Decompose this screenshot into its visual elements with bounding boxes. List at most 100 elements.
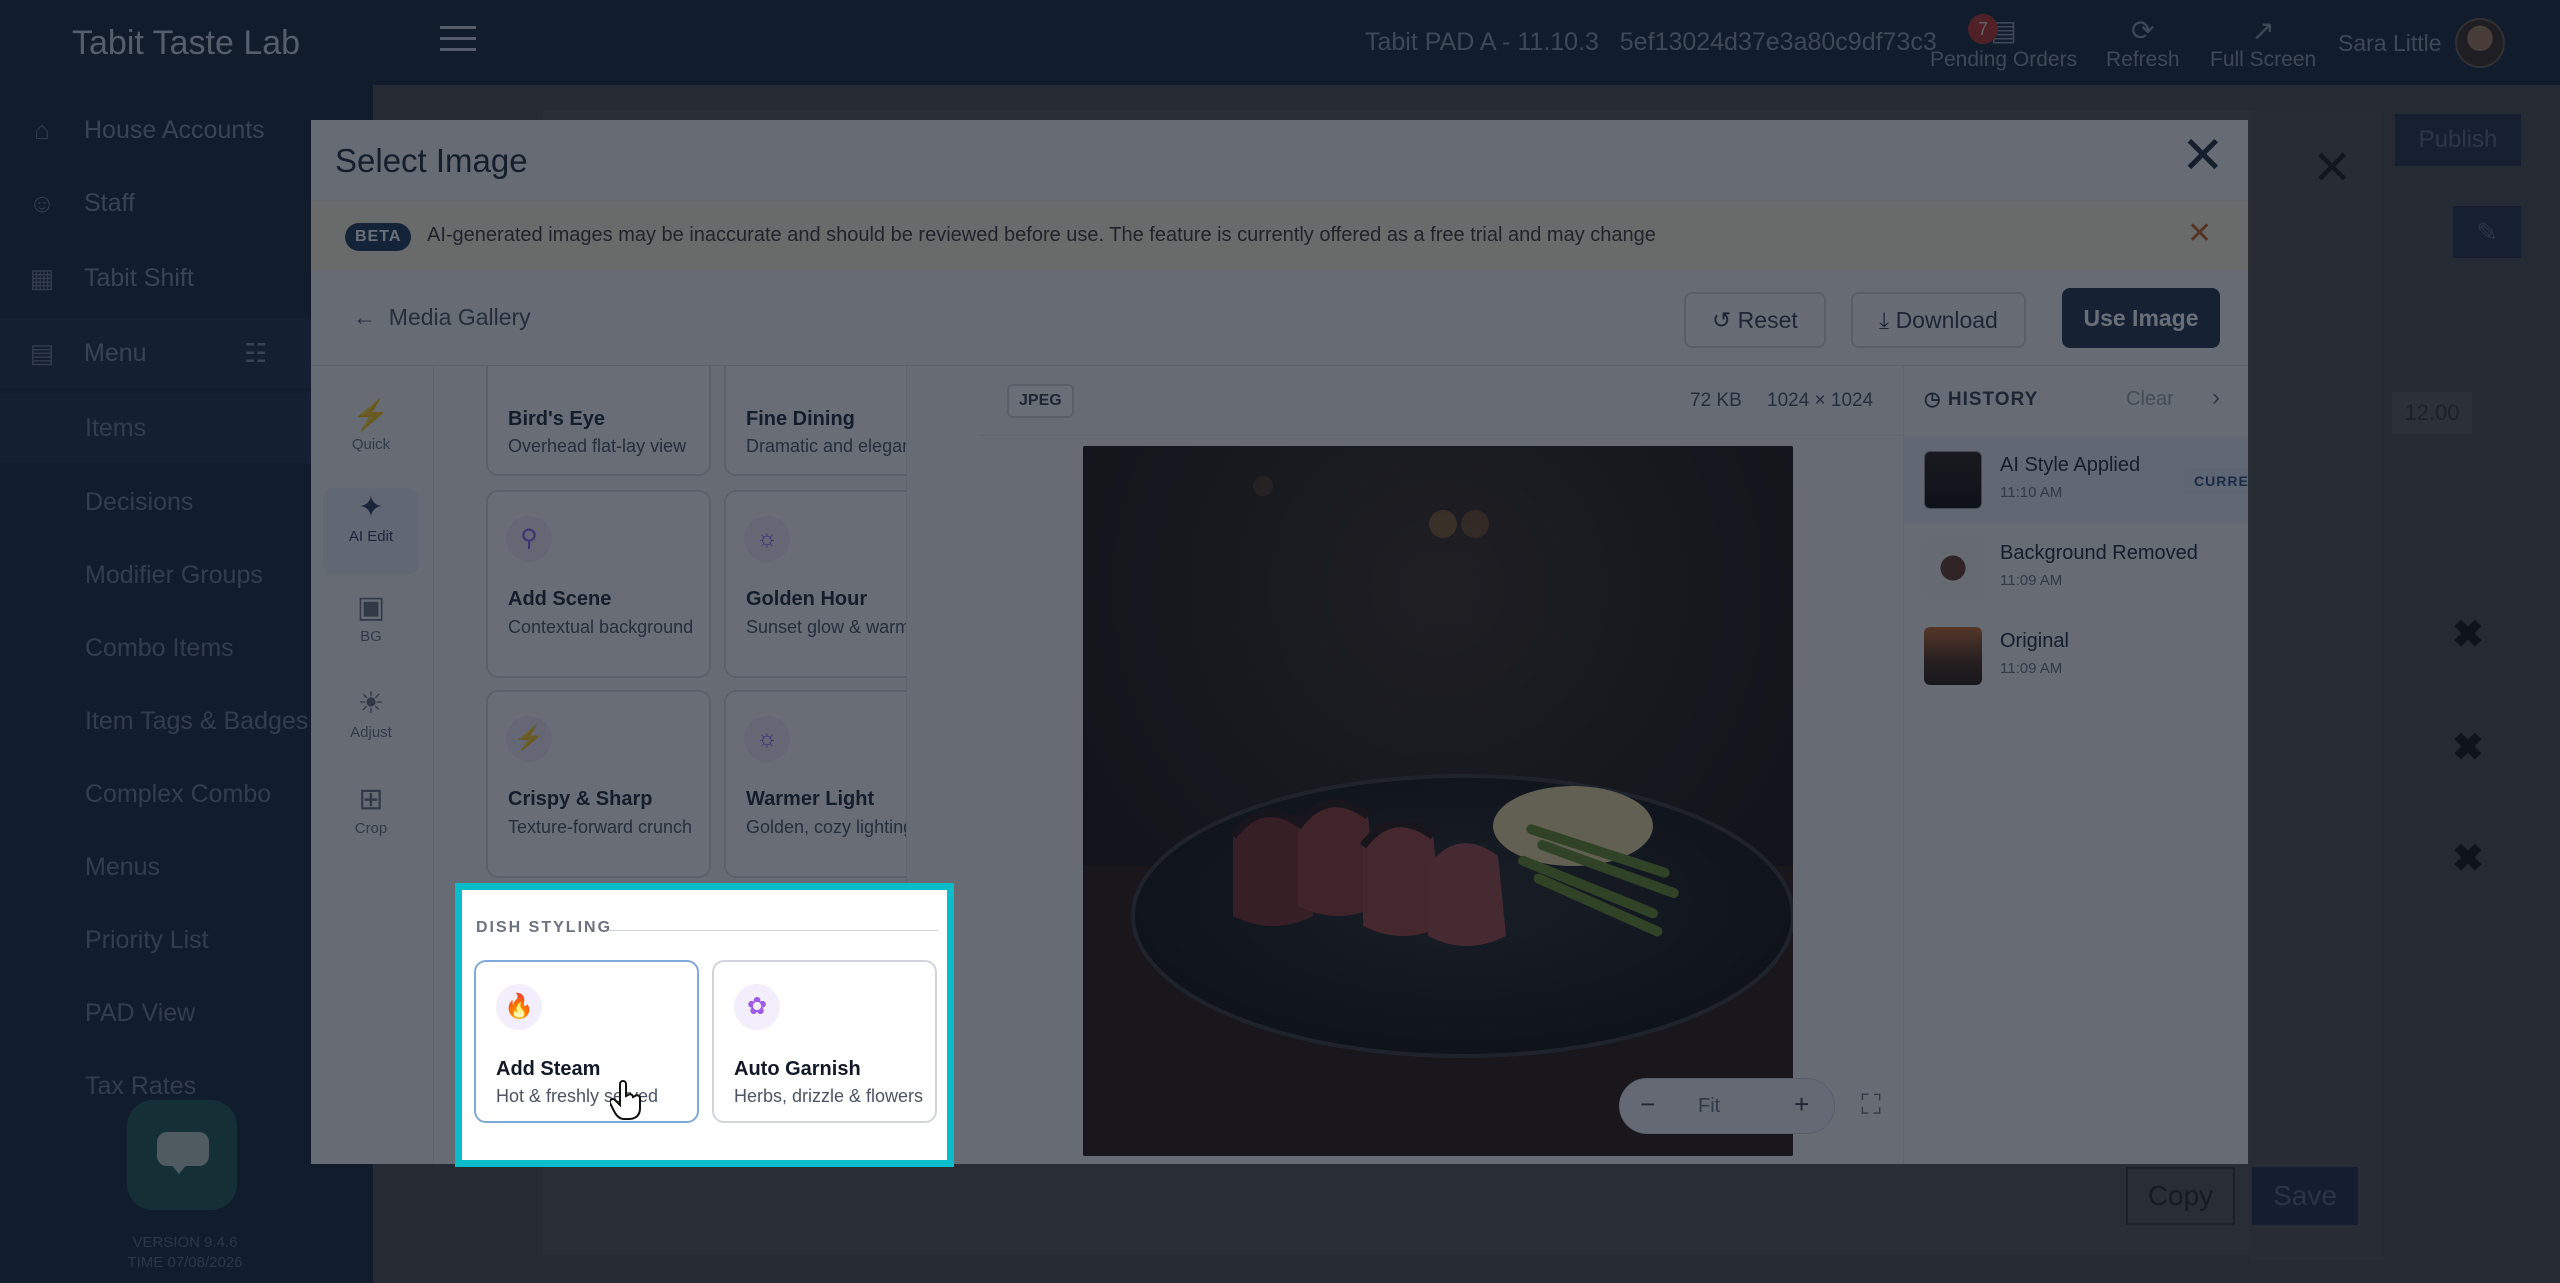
- copy-button[interactable]: Copy: [2126, 1167, 2235, 1225]
- flower-icon: ✿: [734, 984, 780, 1030]
- zoom-in-icon[interactable]: +: [1794, 1089, 1809, 1120]
- publish-button[interactable]: Publish: [2395, 114, 2521, 166]
- device-id: 5ef13024d37e3a80c9df73c3: [1619, 28, 1937, 56]
- preset-title: Crispy & Sharp: [508, 788, 653, 810]
- avatar[interactable]: [2455, 18, 2505, 68]
- sidebar-subitem-label: PAD View: [85, 998, 196, 1027]
- version-label: VERSION 9.4.6: [132, 1234, 238, 1251]
- save-button[interactable]: Save: [2252, 1167, 2358, 1225]
- sunrise-icon: ☼: [744, 716, 790, 762]
- clock-icon: ◷: [1924, 389, 1942, 410]
- crop-icon: ⊞: [358, 783, 384, 816]
- history-title: ◷ HISTORY: [1924, 388, 2038, 411]
- history-thumbnail: [1924, 627, 1982, 685]
- tool-quick[interactable]: ⚡ Quick: [323, 396, 419, 482]
- preset-subtitle: Sunset glow & warmth: [746, 617, 906, 637]
- chevron-right-icon[interactable]: ›: [2212, 384, 2220, 412]
- house-dollar-icon: ⌂: [34, 114, 50, 145]
- preset-title: Add Scene: [508, 588, 612, 610]
- refresh-label: Refresh: [2106, 48, 2180, 71]
- beta-notice: BETA AI-generated images may be inaccura…: [311, 200, 2248, 270]
- preset-golden-hour[interactable]: ☼ Golden Hour Sunset glow & warmth: [724, 490, 906, 678]
- chat-button[interactable]: [127, 1100, 237, 1210]
- beta-badge: BETA: [345, 223, 412, 251]
- tool-label: AI Edit: [348, 528, 394, 545]
- item-editor-side: [2250, 110, 2383, 1260]
- preset-title: Auto Garnish: [734, 1058, 861, 1080]
- menu-book-icon: ▤: [29, 337, 55, 368]
- history-item[interactable]: AI Style Applied 11:10 AM CURRENT: [1904, 438, 2248, 522]
- sidebar-subitem-label: Combo Items: [85, 633, 234, 662]
- sidebar-subitem-label: Item Tags & Badges: [85, 706, 309, 735]
- pending-orders-label: Pending Orders: [1930, 48, 2078, 71]
- close-icon[interactable]: ✕: [2181, 130, 2225, 182]
- refresh-button[interactable]: ⟳ Refresh: [2106, 14, 2180, 72]
- full-screen-label: Full Screen: [2210, 48, 2317, 71]
- tool-bg[interactable]: ▣ BG: [323, 588, 419, 674]
- preset-crispy-sharp[interactable]: ⚡ Crispy & Sharp Texture-forward crunch: [486, 690, 711, 878]
- preset-add-scene[interactable]: ⚲ Add Scene Contextual background: [486, 490, 711, 678]
- time-label: TIME 07/08/2026: [127, 1254, 243, 1271]
- close-icon[interactable]: ✕: [2187, 216, 2212, 251]
- reset-button[interactable]: ↺ Reset: [1684, 292, 1826, 348]
- preset-auto-garnish[interactable]: ✿ Auto Garnish Herbs, drizzle & flowers: [712, 960, 937, 1123]
- preset-title: Fine Dining: [746, 408, 855, 430]
- pending-orders-button[interactable]: ▤ 7 Pending Orders: [1930, 14, 2077, 72]
- zoom-out-icon[interactable]: −: [1640, 1089, 1655, 1120]
- download-icon: ⤓: [1879, 307, 1890, 333]
- image-preview: JPEG 72 KB 1024 × 1024 − Fit + ⛶: [979, 366, 1903, 1164]
- preset-subtitle: Texture-forward crunch: [508, 817, 693, 837]
- remove-icon[interactable]: ✖: [2452, 612, 2484, 657]
- zoom-fit-label[interactable]: Fit: [1698, 1095, 1720, 1118]
- sidebar-item-label: Staff: [84, 188, 135, 217]
- use-image-button[interactable]: Use Image: [2062, 288, 2220, 348]
- history-thumbnail: [1924, 539, 1982, 597]
- tool-ai-edit[interactable]: ✦ AI Edit: [323, 488, 419, 574]
- current-badge: CURRENT: [2184, 468, 2248, 494]
- fullscreen-icon[interactable]: ⛶: [1845, 1076, 1897, 1134]
- sun-icon: ☀: [357, 687, 385, 720]
- people-icon: ☺: [28, 187, 56, 218]
- price-field[interactable]: 12.00: [2392, 392, 2472, 434]
- editor-toolbar: ← Media Gallery ↺ Reset ⤓ Download: [311, 270, 2248, 366]
- history-item-time: 11:10 AM: [2000, 484, 2063, 501]
- sidebar-item-label: Menu: [84, 338, 147, 367]
- chat-bubble-icon: [157, 1132, 209, 1166]
- refresh-icon: ⟳: [2131, 15, 2155, 46]
- sidebar-subitem-label: Tax Rates: [85, 1071, 197, 1100]
- preset-subtitle: Overhead flat-lay view: [508, 436, 687, 456]
- history-item[interactable]: Original 11:09 AM: [1904, 614, 2248, 698]
- hierarchy-icon[interactable]: ☷: [244, 338, 267, 369]
- remove-icon[interactable]: ✖: [2452, 836, 2484, 881]
- download-button[interactable]: ⤓ Download: [1851, 292, 2026, 348]
- arrow-left-icon: ←: [353, 304, 376, 330]
- tool-adjust[interactable]: ☀ Adjust: [323, 684, 419, 770]
- tool-rail: ⚡ Quick ✦ AI Edit ▣ BG ☀ Adjust ⊞ Crop: [311, 366, 434, 1164]
- preset-birds-eye[interactable]: Bird's Eye Overhead flat-lay view: [486, 366, 711, 476]
- pencil-icon[interactable]: ✎: [2453, 206, 2521, 258]
- hamburger-menu-icon[interactable]: [440, 26, 476, 56]
- history-panel: ◷ HISTORY Clear › AI Style Applied 11:10…: [1903, 366, 2248, 1164]
- full-screen-button[interactable]: ↗ Full Screen: [2210, 14, 2316, 72]
- preset-add-steam[interactable]: 🔥 Add Steam Hot & freshly served: [474, 960, 699, 1123]
- remove-icon[interactable]: ✖: [2452, 725, 2484, 770]
- location-pin-icon: ⚲: [506, 516, 552, 562]
- back-to-gallery-link[interactable]: ← Media Gallery: [353, 304, 531, 331]
- history-item[interactable]: Background Removed 11:09 AM: [1904, 526, 2248, 610]
- close-icon[interactable]: ✕: [2312, 140, 2352, 196]
- preset-fine-dining[interactable]: Fine Dining Dramatic and elegant: [724, 366, 906, 476]
- bolt-icon: ⚡: [352, 399, 390, 432]
- history-item-time: 11:09 AM: [2000, 572, 2063, 589]
- tool-crop[interactable]: ⊞ Crop: [323, 780, 419, 866]
- sidebar-subitem-label: Complex Combo: [85, 779, 272, 808]
- user-name[interactable]: Sara Little: [2338, 30, 2442, 57]
- version-info: VERSION 9.4.6 TIME 07/08/2026: [100, 1233, 270, 1273]
- clear-history-button[interactable]: Clear: [2126, 388, 2174, 411]
- preset-warmer-light[interactable]: ☼ Warmer Light Golden, cozy lighting: [724, 690, 907, 878]
- tool-label: Crop: [354, 820, 388, 837]
- back-link-label: Media Gallery: [388, 304, 531, 330]
- magic-wand-icon: ✦: [358, 491, 384, 524]
- history-thumbnail: [1924, 451, 1982, 509]
- preset-subtitle: Golden, cozy lighting: [746, 817, 907, 837]
- tool-label: Adjust: [350, 724, 392, 741]
